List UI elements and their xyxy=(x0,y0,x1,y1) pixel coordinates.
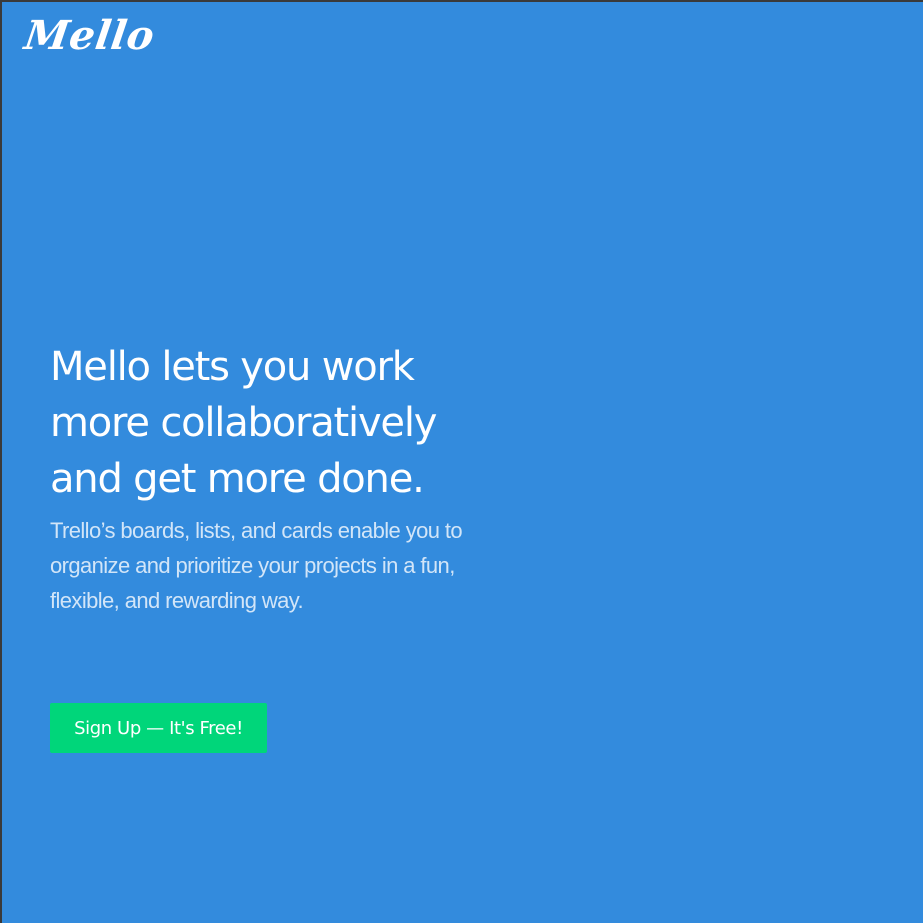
hero-headline: Mello lets you work more collaboratively… xyxy=(50,344,437,502)
hero-subtext: Trello’s boards, lists, and cards enable… xyxy=(50,518,463,613)
hero-section: Mello lets you work more collaboratively… xyxy=(50,339,470,618)
mello-logo[interactable]: Mello xyxy=(22,12,158,59)
landing-page: Mello Mello lets you work more collabora… xyxy=(2,2,923,923)
signup-button[interactable]: Sign Up — It's Free! xyxy=(50,703,267,753)
